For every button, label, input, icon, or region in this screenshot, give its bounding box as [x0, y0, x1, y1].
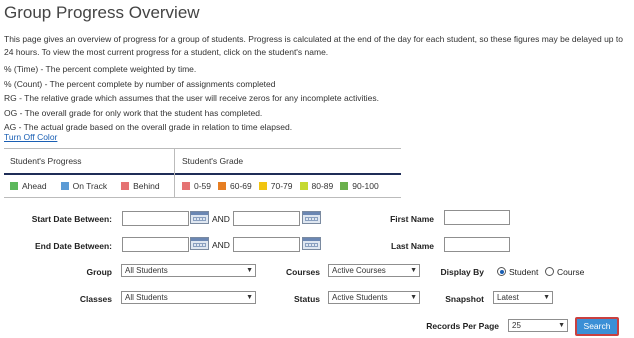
first-name-input[interactable]	[444, 210, 510, 225]
records-per-page-value: 25	[512, 321, 521, 330]
display-by-label: Display By	[440, 267, 484, 277]
turn-off-color-link[interactable]: Turn Off Color	[4, 132, 57, 142]
legend-grade-90-100-label: 90-100	[352, 181, 379, 191]
status-select-value: Active Students	[332, 293, 388, 302]
chevron-down-icon: ▼	[246, 267, 253, 274]
grade-legend-items: 0-59 60-69 70-79 80-89 90-100	[182, 181, 386, 191]
group-select[interactable]: All Students ▼	[121, 264, 256, 277]
start-date-from-calendar-icon[interactable]	[190, 211, 209, 224]
grade-0-59-swatch	[182, 182, 190, 190]
status-select[interactable]: Active Students ▼	[328, 291, 420, 304]
display-by-course-radio[interactable]: Course	[545, 267, 584, 277]
legend-item-grade-90-100: 90-100	[340, 181, 379, 191]
radio-selected-icon	[497, 267, 506, 276]
legend-header-divider	[4, 173, 401, 175]
chevron-down-icon: ▼	[410, 294, 417, 301]
start-date-to-calendar-icon[interactable]	[302, 211, 321, 224]
behind-swatch	[121, 182, 130, 190]
records-per-page-select[interactable]: 25 ▼	[508, 319, 568, 332]
display-by-student-label: Student	[509, 267, 539, 277]
legend-grade-60-69-label: 60-69	[230, 181, 252, 191]
grade-90-100-swatch	[340, 182, 349, 190]
legend-behind-label: Behind	[133, 181, 160, 191]
grade-80-89-swatch	[299, 182, 308, 190]
group-select-value: All Students	[125, 266, 168, 275]
display-by-course-label: Course	[557, 267, 585, 277]
legend-top-border	[4, 148, 401, 149]
legend-grade-80-89-label: 80-89	[311, 181, 334, 191]
end-date-and-label: AND	[212, 240, 230, 250]
definition-count: % (Count) - The percent complete by numb…	[4, 78, 276, 89]
end-date-from-calendar-icon[interactable]	[190, 237, 209, 250]
display-by-student-radio[interactable]: Student	[497, 267, 538, 277]
grade-70-79-swatch	[258, 182, 267, 190]
end-date-to-input[interactable]	[233, 237, 300, 252]
legend-item-grade-60-69: 60-69	[218, 181, 252, 191]
snapshot-label: Snapshot	[445, 294, 484, 304]
legend-item-ahead: Ahead	[10, 181, 47, 191]
chevron-down-icon: ▼	[558, 322, 565, 329]
legend-progress-header: Student's Progress	[10, 156, 82, 166]
legend-grade-0-59-label: 0-59	[194, 181, 212, 191]
radio-unselected-icon	[545, 267, 554, 276]
ahead-swatch	[10, 182, 18, 190]
chevron-down-icon: ▼	[543, 294, 550, 301]
start-date-and-label: AND	[212, 214, 230, 224]
start-date-to-input[interactable]	[233, 211, 300, 226]
first-name-label: First Name	[390, 214, 434, 224]
snapshot-select[interactable]: Latest ▼	[493, 291, 553, 304]
legend-item-grade-0-59: 0-59	[182, 181, 211, 191]
color-legend: Student's Progress Student's Grade Ahead…	[4, 148, 401, 198]
legend-column-divider	[174, 148, 175, 198]
classes-select-value: All Students	[125, 293, 168, 302]
definition-og: OG - The overall grade for only work tha…	[4, 107, 263, 118]
snapshot-select-value: Latest	[497, 293, 519, 302]
legend-bottom-border	[4, 197, 401, 198]
legend-item-behind: Behind	[121, 181, 160, 191]
legend-grade-70-79-label: 70-79	[270, 181, 293, 191]
last-name-input[interactable]	[444, 237, 510, 252]
courses-select[interactable]: Active Courses ▼	[328, 264, 420, 277]
legend-grade-header: Student's Grade	[182, 156, 244, 166]
classes-select[interactable]: All Students ▼	[121, 291, 256, 304]
definitions-list: % (Time) - The percent complete weighted…	[4, 62, 379, 135]
end-date-from-input[interactable]	[122, 237, 189, 252]
courses-label: Courses	[285, 267, 320, 277]
definition-ag: AG - The actual grade based on the overa…	[4, 122, 293, 132]
grade-60-69-swatch	[218, 182, 227, 190]
legend-item-grade-80-89: 80-89	[299, 181, 334, 191]
legend-item-grade-70-79: 70-79	[258, 181, 293, 191]
definition-rg: RG - The relative grade which assumes th…	[4, 93, 379, 103]
end-date-to-calendar-icon[interactable]	[302, 237, 321, 250]
courses-select-value: Active Courses	[332, 266, 386, 275]
legend-on-track-label: On Track	[72, 181, 108, 191]
start-date-label: Start Date Between:	[31, 214, 112, 224]
page-description: This page gives an overview of progress …	[4, 34, 623, 57]
last-name-label: Last Name	[391, 241, 434, 251]
legend-item-on-track: On Track	[60, 181, 108, 191]
search-button[interactable]: Search	[575, 317, 619, 336]
chevron-down-icon: ▼	[246, 294, 253, 301]
records-per-page-label: Records Per Page	[426, 321, 499, 331]
chevron-down-icon: ▼	[410, 267, 417, 274]
page-title: Group Progress Overview	[4, 3, 200, 22]
start-date-from-input[interactable]	[122, 211, 189, 226]
legend-ahead-label: Ahead	[22, 181, 47, 191]
group-label: Group	[86, 267, 113, 277]
on-track-swatch	[60, 182, 69, 190]
progress-legend-items: Ahead On Track Behind	[10, 181, 174, 191]
classes-label: Classes	[79, 294, 112, 304]
definition-time: % (Time) - The percent complete weighted…	[4, 64, 197, 74]
status-label: Status	[294, 294, 320, 304]
end-date-label: End Date Between:	[35, 241, 112, 251]
